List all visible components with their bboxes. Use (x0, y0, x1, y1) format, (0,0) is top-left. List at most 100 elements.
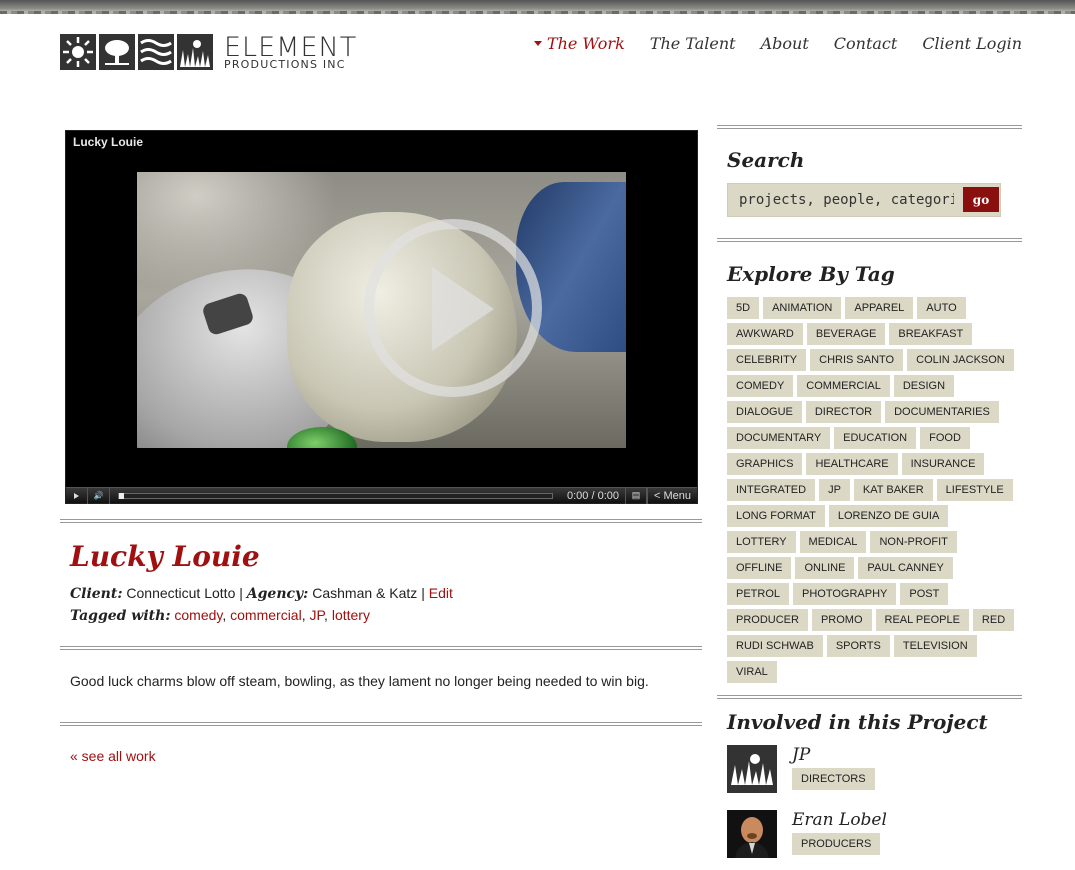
agency-name: Cashman & Katz (312, 585, 418, 601)
logo-subtitle: PRODUCTIONS INC (224, 58, 346, 71)
tag-rudi-schwab[interactable]: RUDI SCHWAB (727, 635, 823, 657)
see-all-work-link[interactable]: « see all work (70, 748, 156, 764)
tag-television[interactable]: TELEVISION (893, 635, 977, 657)
tag-long-format[interactable]: LONG FORMAT (727, 505, 825, 527)
tag-real-people[interactable]: REAL PEOPLE (875, 609, 969, 631)
project-title: Lucky Louie (70, 540, 260, 573)
search-input[interactable] (728, 192, 954, 208)
play-overlay-icon[interactable] (364, 219, 542, 397)
main-nav: The Work The Talent About Contact Client… (509, 34, 1022, 53)
divider (60, 646, 702, 650)
role-tag-directors[interactable]: DIRECTORS (792, 768, 875, 790)
tag-offline[interactable]: OFFLINE (727, 557, 792, 579)
tag-integrated[interactable]: INTEGRATED (727, 479, 816, 501)
tag-celebrity[interactable]: CELEBRITY (727, 349, 807, 371)
divider (717, 125, 1022, 129)
tag-design[interactable]: DESIGN (893, 375, 955, 397)
search-go-button[interactable]: go (963, 187, 999, 212)
browser-top-edge (0, 0, 1075, 14)
tag-documentaries[interactable]: DOCUMENTARIES (885, 401, 999, 423)
tree-icon (99, 34, 135, 70)
tag-colin-jackson[interactable]: COLIN JACKSON (907, 349, 1014, 371)
person-name-eran-lobel[interactable]: Eran Lobel (792, 810, 887, 830)
project-description: Good luck charms blow off steam, bowling… (70, 673, 649, 689)
tag-producer[interactable]: PRODUCER (727, 609, 808, 631)
element-logo[interactable]: ELEMENT PRODUCTIONS INC (60, 34, 357, 70)
tag-lottery[interactable]: LOTTERY (727, 531, 796, 553)
divider (717, 238, 1022, 242)
water-icon (138, 34, 174, 70)
tag-beverage[interactable]: BEVERAGE (806, 323, 886, 345)
tag-animation[interactable]: ANIMATION (763, 297, 842, 319)
tag-sports[interactable]: SPORTS (826, 635, 890, 657)
role-tag-producers[interactable]: PRODUCERS (792, 833, 881, 855)
player-controls: 🔊 0:00 / 0:00 ▤ < Menu (66, 487, 697, 504)
nav-the-talent[interactable]: The Talent (650, 34, 736, 53)
tag-promo[interactable]: PROMO (811, 609, 872, 631)
person-avatar-eran-lobel[interactable] (727, 810, 777, 858)
captions-icon[interactable]: ▤ (625, 487, 647, 504)
sun-icon (60, 34, 96, 70)
nav-client-login[interactable]: Client Login (922, 34, 1022, 53)
involved-heading: Involved in this Project (727, 710, 988, 734)
scrub-handle[interactable] (119, 492, 124, 499)
nav-contact[interactable]: Contact (834, 34, 898, 53)
tag-insurance[interactable]: INSURANCE (901, 453, 985, 475)
tag-breakfast[interactable]: BREAKFAST (889, 323, 973, 345)
tag-viral[interactable]: VIRAL (727, 661, 777, 683)
tag-link-lottery[interactable]: lottery (332, 607, 370, 623)
video-frame[interactable] (137, 172, 626, 448)
tag-education[interactable]: EDUCATION (834, 427, 917, 449)
tag-comedy[interactable]: COMEDY (727, 375, 794, 397)
video-title-overlay: Lucky Louie (73, 135, 144, 149)
tag-link-comedy[interactable]: comedy (174, 607, 222, 623)
explore-by-tag-heading: Explore By Tag (727, 262, 895, 286)
tag-online[interactable]: ONLINE (795, 557, 855, 579)
project-credits: Client: Connecticut Lotto | Agency: Cash… (70, 585, 453, 602)
tag-paul-canney[interactable]: PAUL CANNEY (858, 557, 953, 579)
tag-lifestyle[interactable]: LIFESTYLE (936, 479, 1013, 501)
person-name-jp[interactable]: JP (792, 745, 810, 765)
divider (717, 695, 1022, 699)
menu-button[interactable]: < Menu (647, 487, 697, 504)
tag-medical[interactable]: MEDICAL (799, 531, 867, 553)
tag-apparel[interactable]: APPAREL (845, 297, 914, 319)
tag-graphics[interactable]: GRAPHICS (727, 453, 803, 475)
tag-photography[interactable]: PHOTOGRAPHY (793, 583, 897, 605)
tag-commercial[interactable]: COMMERCIAL (797, 375, 890, 397)
tag-non-profit[interactable]: NON-PROFIT (870, 531, 957, 553)
logo-wordmark: ELEMENT PRODUCTIONS INC (224, 34, 357, 70)
scrub-bar[interactable] (118, 492, 553, 499)
tag-food[interactable]: FOOD (920, 427, 970, 449)
client-name: Connecticut Lotto (126, 585, 236, 601)
tag-lorenzo-de-guia[interactable]: LORENZO DE GUIA (828, 505, 949, 527)
tag-documentary[interactable]: DOCUMENTARY (727, 427, 831, 449)
project-tags: Tagged with: comedy, commercial, JP, lot… (70, 607, 370, 624)
tag-healthcare[interactable]: HEALTHCARE (806, 453, 898, 475)
nav-the-work[interactable]: The Work (534, 34, 625, 53)
tag-jp[interactable]: JP (819, 479, 850, 501)
tag-director[interactable]: DIRECTOR (805, 401, 882, 423)
tag-petrol[interactable]: PETROL (727, 583, 790, 605)
tag-cloud: 5D ANIMATION APPAREL AUTO AWKWARD BEVERAGE BRE… (727, 297, 1022, 687)
video-player[interactable]: Lucky Louie 🔊 0:00 / 0:00 ▤ < Menu (65, 130, 698, 504)
divider (60, 519, 702, 523)
play-icon[interactable] (66, 487, 88, 504)
tag-dialogue[interactable]: DIALOGUE (727, 401, 802, 423)
tag-link-commercial[interactable]: commercial (230, 607, 302, 623)
nav-about[interactable]: About (761, 34, 809, 53)
person-avatar-jp[interactable] (727, 745, 777, 793)
search-heading: Search (727, 148, 805, 172)
volume-icon[interactable]: 🔊 (88, 487, 110, 504)
divider (60, 722, 702, 726)
edit-link[interactable]: Edit (429, 585, 453, 601)
tag-post[interactable]: POST (900, 583, 949, 605)
tag-red[interactable]: RED (972, 609, 1015, 631)
share-icon: < (653, 489, 661, 502)
tag-kat-baker[interactable]: KAT BAKER (853, 479, 933, 501)
tag-5d[interactable]: 5D (727, 297, 760, 319)
tag-link-jp[interactable]: JP (310, 607, 325, 623)
tag-chris-santo[interactable]: CHRIS SANTO (810, 349, 904, 371)
tag-awkward[interactable]: AWKWARD (727, 323, 803, 345)
tag-auto[interactable]: AUTO (917, 297, 966, 319)
